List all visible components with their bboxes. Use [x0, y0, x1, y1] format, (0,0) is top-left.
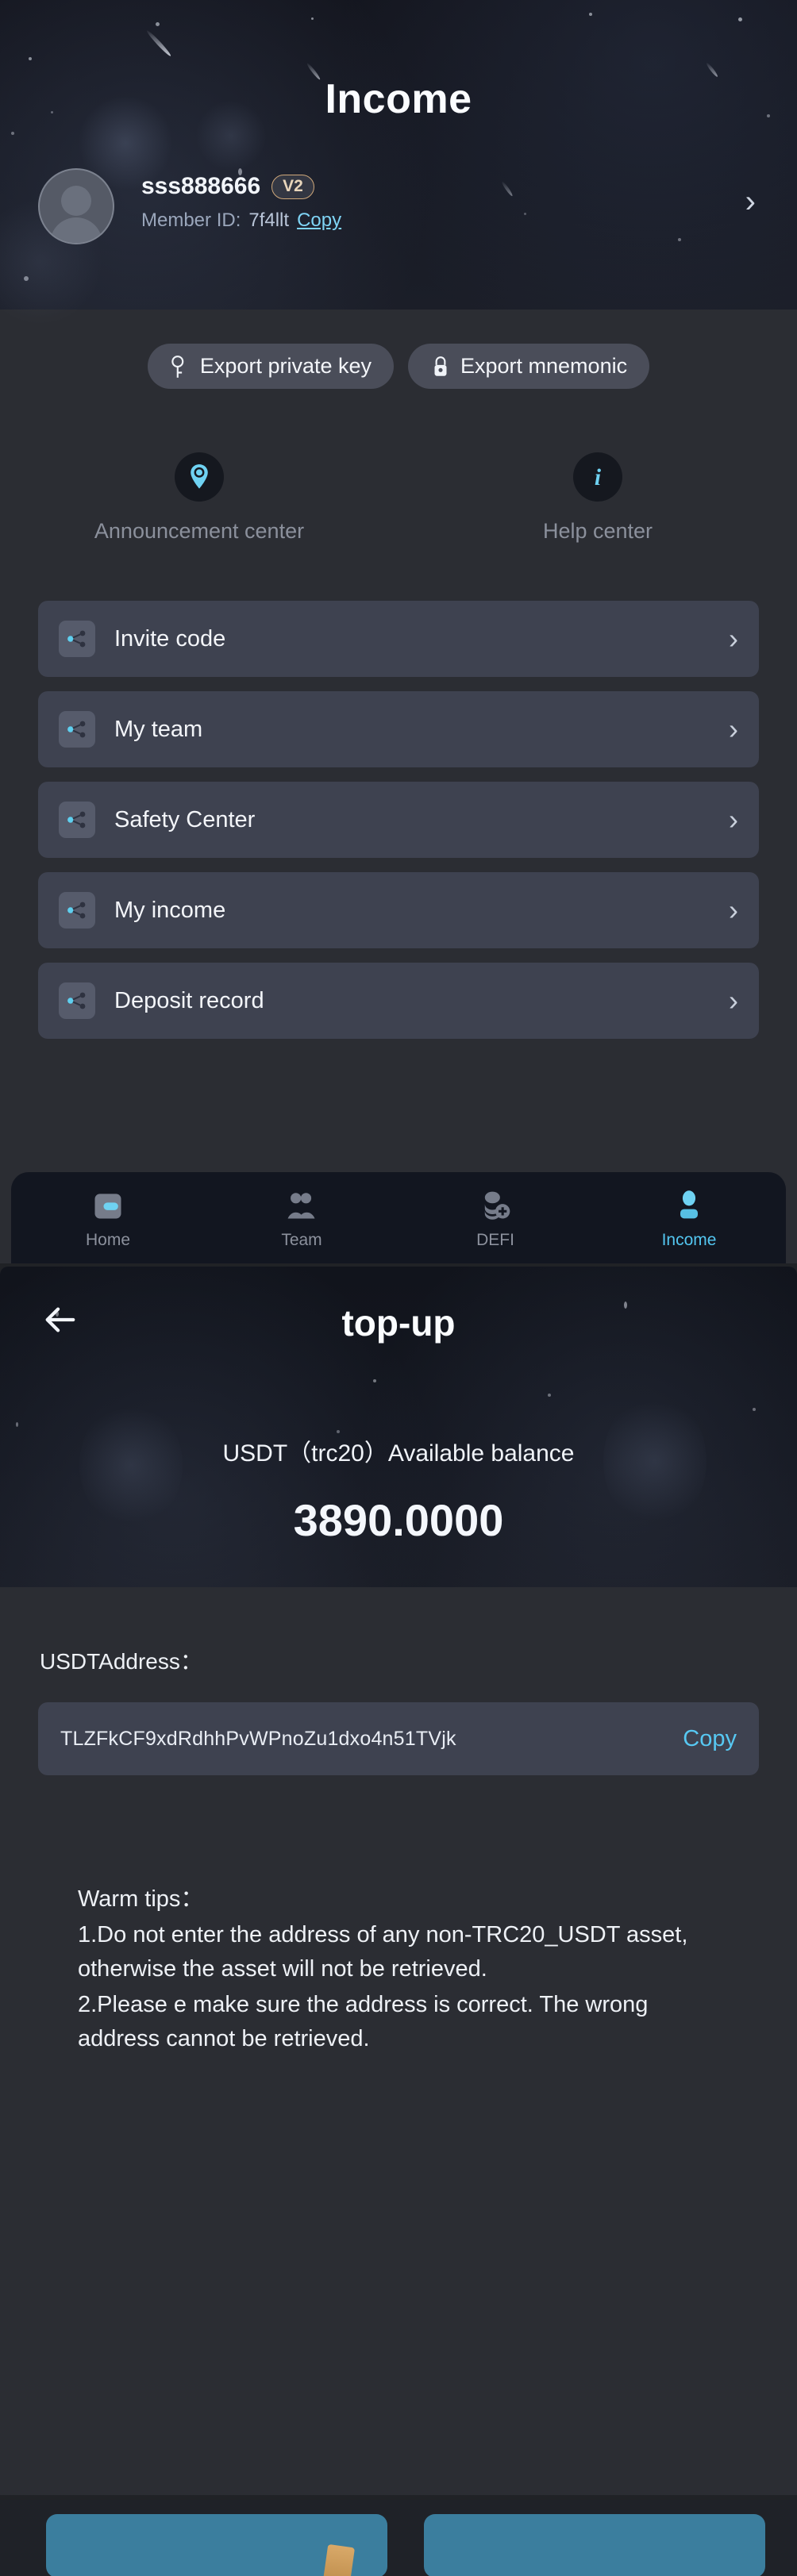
tab-team-label: Team — [281, 1230, 322, 1249]
location-pin-icon-wrap — [175, 452, 224, 502]
menu-item-label: My team — [114, 716, 203, 742]
chevron-right-icon: › — [729, 984, 738, 1017]
member-id-value: 7f4llt — [248, 210, 290, 231]
profile-row[interactable]: sss888666 V2 Member ID: 7f4llt Copy › — [38, 168, 759, 248]
tab-income-label: Income — [661, 1230, 717, 1249]
menu-item-label: Invite code — [114, 625, 226, 652]
usdt-address-value: TLZFkCF9xdRdhhPvWPnoZu1dxo4n51TVjk — [60, 1727, 456, 1750]
username: sss888666 — [141, 173, 261, 199]
bottom-tab-bar: Home Team DEFI Income — [11, 1172, 786, 1263]
menu-item-deposit-record[interactable]: Deposit record › — [38, 963, 759, 1039]
warm-tips-heading: Warm tips： — [78, 1886, 204, 1912]
help-center-label: Help center — [542, 519, 653, 543]
profile-name-row: sss888666 V2 — [141, 173, 314, 200]
menu-item-label: My income — [114, 897, 226, 923]
export-buttons-row: Export private key Export mnemonic — [0, 344, 797, 389]
member-id-label: Member ID: — [141, 210, 241, 231]
export-mnemonic-label: Export mnemonic — [460, 354, 628, 378]
person-icon — [680, 1190, 698, 1218]
share-nodes-icon — [59, 802, 95, 838]
topup-screen: top-up USDT（trc20）Available balance 3890… — [0, 1267, 797, 2495]
share-nodes-glyph — [67, 721, 86, 738]
chevron-right-icon[interactable]: › — [745, 186, 756, 217]
tab-home[interactable]: Home — [11, 1186, 205, 1250]
tab-home-label: Home — [85, 1230, 131, 1249]
balance-value: 3890.0000 — [293, 1495, 504, 1545]
partial-card-right[interactable] — [424, 2514, 765, 2576]
share-nodes-glyph — [67, 630, 86, 648]
balance-caption: USDT（trc20）Available balance — [222, 1440, 575, 1467]
partial-next-screen — [0, 2500, 797, 2576]
starfield-decoration — [0, 0, 797, 325]
warm-tips-block: Warm tips： 1.Do not enter the address of… — [78, 1882, 729, 2058]
coins-plus-icon-wrap — [478, 1186, 513, 1223]
share-nodes-glyph — [67, 902, 86, 919]
menu-item-my-income[interactable]: My income › — [38, 872, 759, 948]
share-nodes-icon — [59, 621, 95, 657]
income-menu-list: Invite code › My team › Safety Center › … — [38, 601, 759, 1053]
share-nodes-icon — [59, 892, 95, 929]
wallet-icon — [94, 1193, 121, 1218]
people-icon-wrap — [284, 1186, 319, 1223]
help-center-link[interactable]: i Help center — [398, 452, 797, 544]
export-private-key-button[interactable]: Export private key — [147, 344, 394, 389]
member-id-row: Member ID: 7f4llt Copy — [141, 210, 341, 232]
export-mnemonic-button[interactable]: Export mnemonic — [408, 344, 650, 389]
tab-income[interactable]: Income — [592, 1186, 786, 1250]
coins-plus-icon — [484, 1191, 510, 1220]
share-nodes-icon — [59, 711, 95, 748]
export-private-key-label: Export private key — [199, 354, 372, 378]
key-icon — [171, 355, 184, 378]
tab-defi-label: DEFI — [476, 1230, 514, 1249]
share-nodes-icon — [59, 982, 95, 1019]
location-pin-icon — [191, 464, 208, 489]
info-icon-wrap: i — [573, 452, 622, 502]
income-hero-background — [0, 0, 797, 325]
menu-item-label: Deposit record — [114, 987, 264, 1013]
tab-defi[interactable]: DEFI — [398, 1186, 592, 1250]
warm-tip-2: 2.Please e make sure the address is corr… — [78, 1991, 649, 2051]
wallet-icon-wrap — [90, 1186, 125, 1223]
quick-links-row: Announcement center i Help center — [0, 452, 797, 544]
tab-team[interactable]: Team — [205, 1186, 398, 1250]
avatar — [38, 168, 114, 244]
share-nodes-glyph — [67, 992, 86, 1009]
share-nodes-glyph — [67, 811, 86, 829]
page-title: Income — [325, 76, 472, 122]
people-icon — [287, 1192, 315, 1218]
chevron-right-icon: › — [729, 713, 738, 745]
partial-token-icon — [322, 2543, 356, 2576]
lock-icon — [434, 356, 447, 376]
menu-item-my-team[interactable]: My team › — [38, 691, 759, 767]
warm-tip-1: 1.Do not enter the address of any non-TR… — [78, 1921, 688, 1982]
announcement-center-link[interactable]: Announcement center — [0, 452, 398, 544]
announcement-center-label: Announcement center — [94, 519, 305, 543]
menu-item-label: Safety Center — [114, 806, 256, 832]
menu-item-safety-center[interactable]: Safety Center › — [38, 782, 759, 858]
person-icon-wrap — [672, 1186, 707, 1223]
income-screen: Income sss888666 V2 Member ID: 7f4llt Co… — [0, 0, 797, 1263]
level-badge: V2 — [271, 174, 314, 199]
info-icon: i — [595, 465, 602, 490]
chevron-right-icon: › — [729, 803, 738, 836]
copy-address-button[interactable]: Copy — [683, 1726, 737, 1752]
copy-member-id-link[interactable]: Copy — [297, 210, 341, 232]
usdt-address-box: TLZFkCF9xdRdhhPvWPnoZu1dxo4n51TVjk Copy — [38, 1702, 759, 1775]
svg-text:i: i — [595, 465, 602, 490]
menu-item-invite-code[interactable]: Invite code › — [38, 601, 759, 677]
chevron-right-icon: › — [729, 894, 738, 926]
chevron-right-icon: › — [729, 622, 738, 655]
topup-title: top-up — [341, 1302, 456, 1344]
usdt-address-label: USDTAddress： — [40, 1649, 202, 1674]
